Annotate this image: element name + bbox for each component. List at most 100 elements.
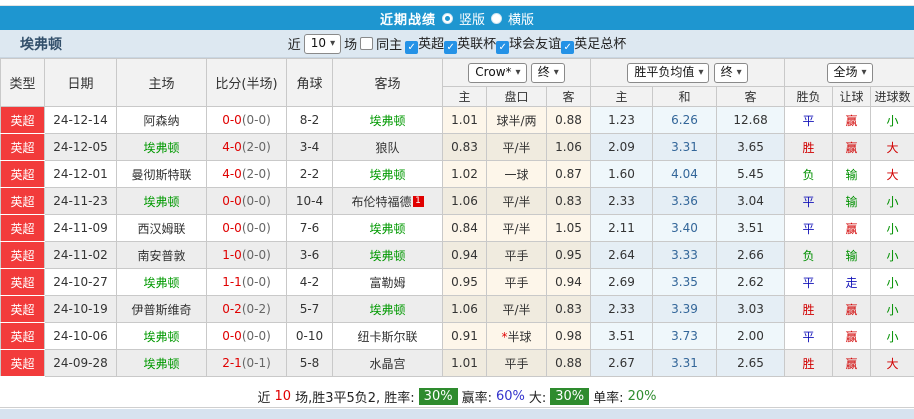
cell-score: 4-0(2-0) (206, 160, 287, 188)
cell-date: 24-12-05 (44, 133, 117, 161)
subheader-odds-home: 主 (590, 86, 654, 107)
cell-odds-draw: 3.33 (652, 241, 718, 269)
header-type: 类型 (0, 58, 45, 107)
cell-let-ball: 赢 (832, 349, 872, 377)
horizontal-layout-label[interactable]: 横版 (508, 9, 534, 28)
header-score: 比分(半场) (206, 58, 287, 107)
cell-league: 英超 (0, 187, 45, 215)
cell-result: 胜 (784, 295, 834, 323)
vertical-layout-radio[interactable] (441, 12, 453, 24)
score-main: 4-0 (222, 140, 242, 154)
single-rate-label: 单率: (593, 391, 624, 406)
cell-handicap: 一球 (486, 160, 547, 188)
score-half: (0-0) (241, 221, 271, 235)
cell-handicap: 平手 (486, 241, 547, 269)
cell-odds-home: 2.67 (590, 349, 654, 377)
cell-date: 24-09-28 (44, 349, 117, 377)
cell-goals: 大 (870, 349, 914, 377)
cell-odds-draw: 3.40 (652, 214, 718, 242)
cell-date: 24-10-27 (44, 268, 117, 296)
cell-ah-away: 1.05 (545, 214, 592, 242)
cell-corner: 10-4 (286, 187, 333, 215)
bottom-strip (0, 409, 914, 419)
summary-count: 10 (274, 389, 292, 404)
cell-away-team: 埃弗顿 (332, 214, 443, 242)
cell-handicap: 平/半 (486, 133, 547, 161)
cell-away-team: 水晶宫 (332, 349, 443, 377)
single-rate-value: 20% (627, 389, 657, 404)
cell-ah-away: 0.94 (545, 268, 592, 296)
big-rate-badge: 30% (550, 388, 590, 405)
summary-text: 近 (257, 391, 271, 406)
cell-home-team: 埃弗顿 (116, 268, 207, 296)
chevron-down-icon: ▾ (698, 66, 704, 78)
cell-corner: 7-6 (286, 214, 333, 242)
cell-ah-home: 1.06 (442, 295, 487, 323)
chevron-down-icon: ▾ (553, 66, 559, 78)
score-main: 0-0 (222, 113, 242, 127)
horizontal-layout-radio[interactable] (491, 12, 502, 24)
chevron-down-icon: ▾ (330, 37, 336, 49)
cell-odds-home: 1.60 (590, 160, 654, 188)
same-home-checkbox[interactable] (360, 37, 374, 50)
cell-league: 英超 (0, 295, 45, 323)
cell-odds-away: 2.66 (716, 241, 786, 269)
vertical-layout-label[interactable]: 竖版 (459, 9, 485, 28)
cell-home-team: 西汉姆联 (116, 214, 207, 242)
league-checkbox-3[interactable]: ✓ (561, 41, 575, 54)
cell-let-ball: 输 (832, 241, 872, 269)
cell-odds-draw: 3.31 (652, 349, 718, 377)
odds-time-select[interactable]: 终 ▾ (713, 62, 748, 83)
league-checkbox-1[interactable]: ✓ (444, 41, 458, 54)
league-checkbox-2[interactable]: ✓ (496, 41, 510, 54)
cell-odds-away: 3.65 (716, 133, 786, 161)
cell-corner: 0-10 (286, 322, 333, 350)
cell-odds-home: 2.33 (590, 295, 654, 323)
cell-date: 24-10-06 (44, 322, 117, 350)
cell-ah-home: 0.83 (442, 133, 487, 161)
same-home-label: 同主 (376, 38, 403, 53)
cell-date: 24-12-14 (44, 106, 117, 134)
cell-home-team: 伊普斯维奇 (116, 295, 207, 323)
odds-type-select[interactable]: 胜平负均值 ▾ (627, 62, 710, 83)
scope-select[interactable]: 全场 ▾ (826, 62, 873, 83)
subheader-odds-away: 客 (716, 86, 786, 107)
header-away: 客场 (332, 58, 443, 107)
cell-goals: 小 (870, 106, 914, 134)
score-main: 0-0 (222, 221, 242, 235)
cell-ah-home: 1.06 (442, 187, 487, 215)
cell-odds-away: 3.51 (716, 214, 786, 242)
cell-away-team: 纽卡斯尔联 (332, 322, 443, 350)
cell-league: 英超 (0, 106, 45, 134)
cell-home-team: 南安普敦 (116, 241, 207, 269)
subheader-let-ball: 让球 (832, 86, 872, 107)
score-main: 0-0 (222, 329, 242, 343)
cell-result: 负 (784, 241, 834, 269)
match-count-select[interactable]: 10 ▾ (303, 33, 342, 54)
score-main: 1-0 (222, 248, 242, 262)
cell-ah-home: 0.94 (442, 241, 487, 269)
cell-date: 24-11-09 (44, 214, 117, 242)
handicap-time-select[interactable]: 终 ▾ (530, 62, 565, 83)
cell-odds-home: 2.64 (590, 241, 654, 269)
score-half: (0-0) (241, 194, 271, 208)
cell-let-ball: 走 (832, 268, 872, 296)
league-checkbox-0[interactable]: ✓ (405, 41, 419, 54)
odds-select-cell: 胜平负均值 ▾ 终 ▾ (590, 58, 786, 87)
match-row: 英超 24-09-28 埃弗顿 2-1(0-1) 5-8 水晶宫 1.01 平手 0.88 2.6… (0, 349, 914, 377)
match-row: 英超 24-10-06 埃弗顿 0-0(0-0) 0-10 纽卡斯尔联 0.91 *半球 0.9… (0, 322, 914, 350)
team-name: 埃弗顿 (20, 36, 62, 53)
cell-odds-home: 3.51 (590, 322, 654, 350)
cell-ah-home: 1.01 (442, 349, 487, 377)
chevron-down-icon: ▾ (515, 66, 521, 78)
score-half: (0-1) (241, 356, 271, 370)
cell-result: 平 (784, 322, 834, 350)
score-half: (0-0) (241, 329, 271, 343)
match-row: 英超 24-11-23 埃弗顿 0-0(0-0) 10-4 布伦特福德 1 1.06 平/半 0.… (0, 187, 914, 215)
cell-score: 0-0(0-0) (206, 187, 287, 215)
company-select[interactable]: Crow* ▾ (468, 62, 527, 83)
cell-league: 英超 (0, 133, 45, 161)
cell-away-team: 埃弗顿 (332, 295, 443, 323)
score-main: 4-0 (222, 167, 242, 181)
league-filter-group: ✓ 英超 ✓ 英联杯 ✓ 球会友谊 ✓ 英足总杯 (405, 33, 626, 54)
